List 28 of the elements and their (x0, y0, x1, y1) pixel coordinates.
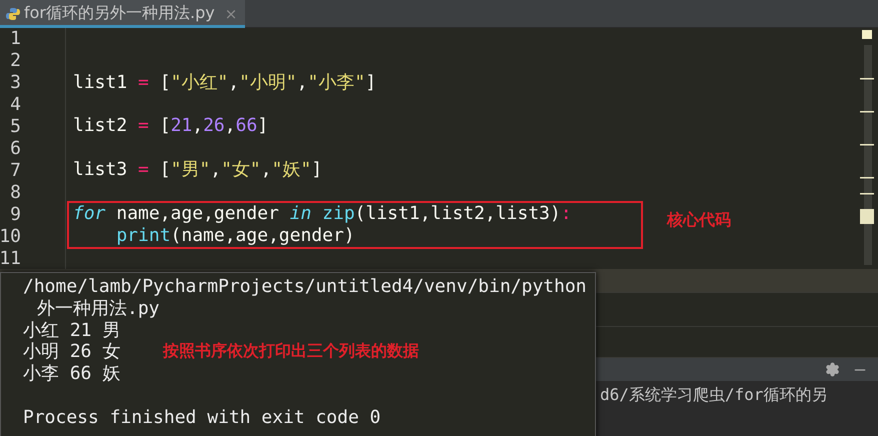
code-line: list3 = ["男","女","妖"] (73, 159, 322, 182)
line-number: 1 (10, 28, 21, 50)
code-line: list2 = [21,26,66] (73, 115, 268, 138)
code-line: print(name,age,gender) (115, 225, 355, 248)
annotation-label: 按照书序依次打印出三个列表的数据 (163, 341, 419, 362)
file-tab[interactable]: for循环的另外一种用法.py × (0, 0, 246, 28)
line-number: 2 (10, 50, 21, 72)
annotation-label: 核心代码 (667, 210, 731, 232)
code-line: for name,age,gender in zip(list1,list2,list3): (73, 203, 572, 226)
console-line: 外一种用法.py (36, 298, 160, 320)
console-line: 小李 66 妖 (23, 363, 120, 385)
console-line: 小红 21 男 (23, 320, 120, 342)
line-number: 9 (10, 204, 21, 226)
console-line: 小明 26 女 (23, 341, 120, 364)
line-number: 10 (0, 226, 21, 248)
console-output-line: d6/系统学习爬虫/for循环的另 (600, 385, 828, 404)
python-file-icon (6, 6, 20, 20)
console-line: Process finished with exit code 0 (23, 406, 381, 429)
line-number: 5 (10, 116, 21, 138)
console-line: /home/lamb/PycharmProjects/untitled4/venv/bin/python (23, 276, 587, 298)
code-line: list1 = ["小红","小明","小李"] (73, 72, 376, 94)
settings-icon[interactable] (825, 362, 840, 377)
line-number: 8 (10, 182, 21, 204)
line-number: 3 (10, 72, 21, 94)
line-number: 6 (10, 138, 21, 160)
line-number: 7 (10, 160, 21, 182)
line-number: 11 (0, 248, 21, 270)
line-number: 4 (10, 94, 21, 116)
